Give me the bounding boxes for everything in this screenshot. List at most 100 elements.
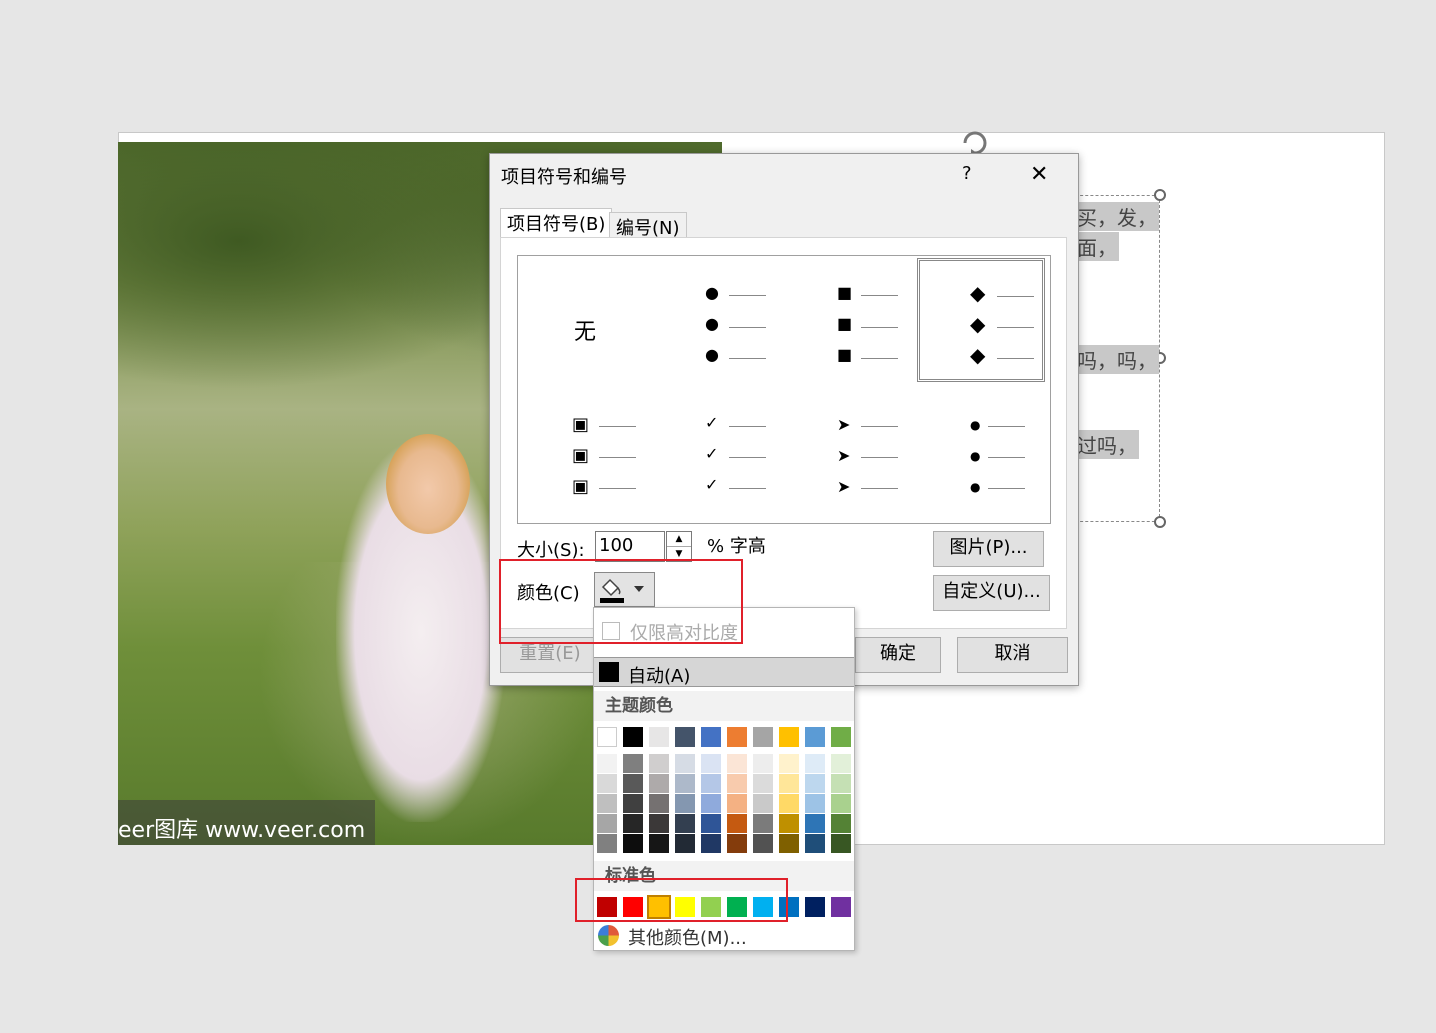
theme-tint-swatch[interactable]: [675, 794, 695, 813]
theme-tint-swatch[interactable]: [727, 814, 747, 833]
resize-handle-top-right[interactable]: [1154, 189, 1166, 201]
theme-tint-swatch[interactable]: [753, 794, 773, 813]
theme-tint-swatch[interactable]: [623, 774, 643, 793]
theme-tint-swatch[interactable]: [831, 754, 851, 773]
tab-bullets[interactable]: 项目符号(B): [500, 208, 613, 238]
bullet-style-hollow-square[interactable]: ▣ ▣ ▣: [522, 391, 650, 515]
theme-tint-swatch[interactable]: [779, 834, 799, 853]
resize-handle-bottom-right[interactable]: [1154, 516, 1166, 528]
standard-color-swatch[interactable]: [831, 897, 851, 917]
theme-tint-swatch[interactable]: [597, 834, 617, 853]
theme-tint-swatch[interactable]: [701, 834, 721, 853]
theme-tint-swatch[interactable]: [623, 814, 643, 833]
theme-color-swatch[interactable]: [623, 727, 643, 747]
spin-up-icon[interactable]: ▲: [667, 532, 691, 547]
bullet-style-filled-round[interactable]: ● ● ●: [654, 260, 782, 384]
checkmark-icon: ✓: [705, 444, 719, 463]
theme-color-swatch[interactable]: [727, 727, 747, 747]
theme-tint-swatch[interactable]: [805, 794, 825, 813]
bullet-style-small-dot[interactable]: ● ● ●: [918, 391, 1046, 515]
picture-button[interactable]: 图片(P)...: [933, 531, 1044, 567]
filled-circle-icon: ●: [705, 283, 719, 302]
theme-tint-swatch[interactable]: [779, 814, 799, 833]
filled-square-icon: ■: [837, 345, 853, 364]
size-spinner[interactable]: ▲ ▼: [666, 531, 692, 562]
cancel-button[interactable]: 取消: [957, 637, 1068, 673]
bullet-style-gallery: 无 ● ● ● ■ ■ ■ ◆ ◆ ◆ ▣ ▣ ▣ ✓ ✓ ✓ ➤ ➤ ➤ ● …: [517, 255, 1051, 524]
theme-tint-swatch[interactable]: [753, 754, 773, 773]
theme-tint-swatch[interactable]: [727, 794, 747, 813]
bullet-style-filled-square[interactable]: ■ ■ ■: [786, 260, 914, 384]
theme-tint-swatch[interactable]: [805, 814, 825, 833]
theme-tint-swatch[interactable]: [597, 774, 617, 793]
theme-color-swatch[interactable]: [701, 727, 721, 747]
filled-circle-icon: ●: [705, 345, 719, 364]
theme-tint-swatch[interactable]: [805, 834, 825, 853]
size-input[interactable]: 100: [595, 531, 665, 562]
theme-tint-swatch[interactable]: [701, 754, 721, 773]
theme-color-swatch[interactable]: [675, 727, 695, 747]
theme-tint-swatch[interactable]: [649, 754, 669, 773]
slide-text-line-4: 过吗，: [1075, 430, 1139, 459]
theme-tint-swatch[interactable]: [675, 774, 695, 793]
theme-color-swatch[interactable]: [805, 727, 825, 747]
theme-tint-swatch[interactable]: [649, 814, 669, 833]
ok-button[interactable]: 确定: [855, 637, 941, 673]
help-button[interactable]: ?: [962, 163, 972, 184]
dialog-title: 项目符号和编号: [501, 167, 627, 188]
none-label: 无: [574, 320, 597, 345]
theme-tint-swatch[interactable]: [727, 774, 747, 793]
theme-tint-swatch[interactable]: [727, 834, 747, 853]
bullet-style-none[interactable]: 无: [522, 260, 650, 384]
theme-tint-swatch[interactable]: [753, 814, 773, 833]
theme-tint-swatch[interactable]: [701, 794, 721, 813]
theme-tint-swatch[interactable]: [649, 794, 669, 813]
theme-tint-swatch[interactable]: [753, 834, 773, 853]
theme-tint-swatch[interactable]: [675, 834, 695, 853]
slide-text-line-3: 吗，吗，: [1075, 345, 1159, 374]
theme-tint-swatch[interactable]: [831, 814, 851, 833]
theme-tint-swatch[interactable]: [649, 834, 669, 853]
filled-circle-icon: ●: [705, 314, 719, 333]
theme-tint-swatch[interactable]: [831, 774, 851, 793]
theme-tint-swatch[interactable]: [597, 814, 617, 833]
hollow-square-icon: ▣: [572, 414, 590, 435]
photo-watermark: eer图库 www.veer.com: [118, 818, 366, 843]
theme-tint-swatch[interactable]: [623, 754, 643, 773]
theme-tint-swatch[interactable]: [805, 774, 825, 793]
theme-colors-header: 主题颜色: [594, 691, 854, 721]
close-icon[interactable]: ✕: [1030, 162, 1048, 187]
customize-button[interactable]: 自定义(U)...: [933, 575, 1050, 611]
small-dot-icon: ●: [970, 418, 981, 432]
theme-tint-swatch[interactable]: [623, 834, 643, 853]
bullet-style-arrow[interactable]: ➤ ➤ ➤: [786, 391, 914, 515]
theme-tint-swatch[interactable]: [753, 774, 773, 793]
bullet-style-diamond[interactable]: ◆ ◆ ◆: [917, 258, 1045, 382]
filled-square-icon: ■: [837, 283, 853, 302]
theme-tint-swatch[interactable]: [649, 774, 669, 793]
theme-tint-swatch[interactable]: [701, 814, 721, 833]
theme-tint-swatch[interactable]: [675, 814, 695, 833]
theme-color-swatch[interactable]: [779, 727, 799, 747]
theme-tint-swatch[interactable]: [805, 754, 825, 773]
theme-tint-swatch[interactable]: [831, 794, 851, 813]
theme-tint-swatch[interactable]: [831, 834, 851, 853]
bullet-style-checkmark[interactable]: ✓ ✓ ✓: [654, 391, 782, 515]
theme-tint-swatch[interactable]: [727, 754, 747, 773]
theme-tint-swatch[interactable]: [597, 754, 617, 773]
tab-numbering[interactable]: 编号(N): [609, 212, 687, 239]
theme-tint-swatch[interactable]: [701, 774, 721, 793]
theme-tint-swatch[interactable]: [779, 794, 799, 813]
theme-tint-swatch[interactable]: [779, 774, 799, 793]
standard-color-swatch[interactable]: [805, 897, 825, 917]
slide-text-line-2: 面，: [1075, 232, 1119, 261]
theme-tint-swatch[interactable]: [597, 794, 617, 813]
more-colors-item[interactable]: 其他颜色(M)...: [628, 924, 747, 950]
theme-tint-swatch[interactable]: [675, 754, 695, 773]
theme-tint-swatch[interactable]: [779, 754, 799, 773]
theme-color-swatch[interactable]: [597, 727, 617, 747]
theme-color-swatch[interactable]: [753, 727, 773, 747]
theme-tint-swatch[interactable]: [623, 794, 643, 813]
theme-color-swatch[interactable]: [831, 727, 851, 747]
theme-color-swatch[interactable]: [649, 727, 669, 747]
